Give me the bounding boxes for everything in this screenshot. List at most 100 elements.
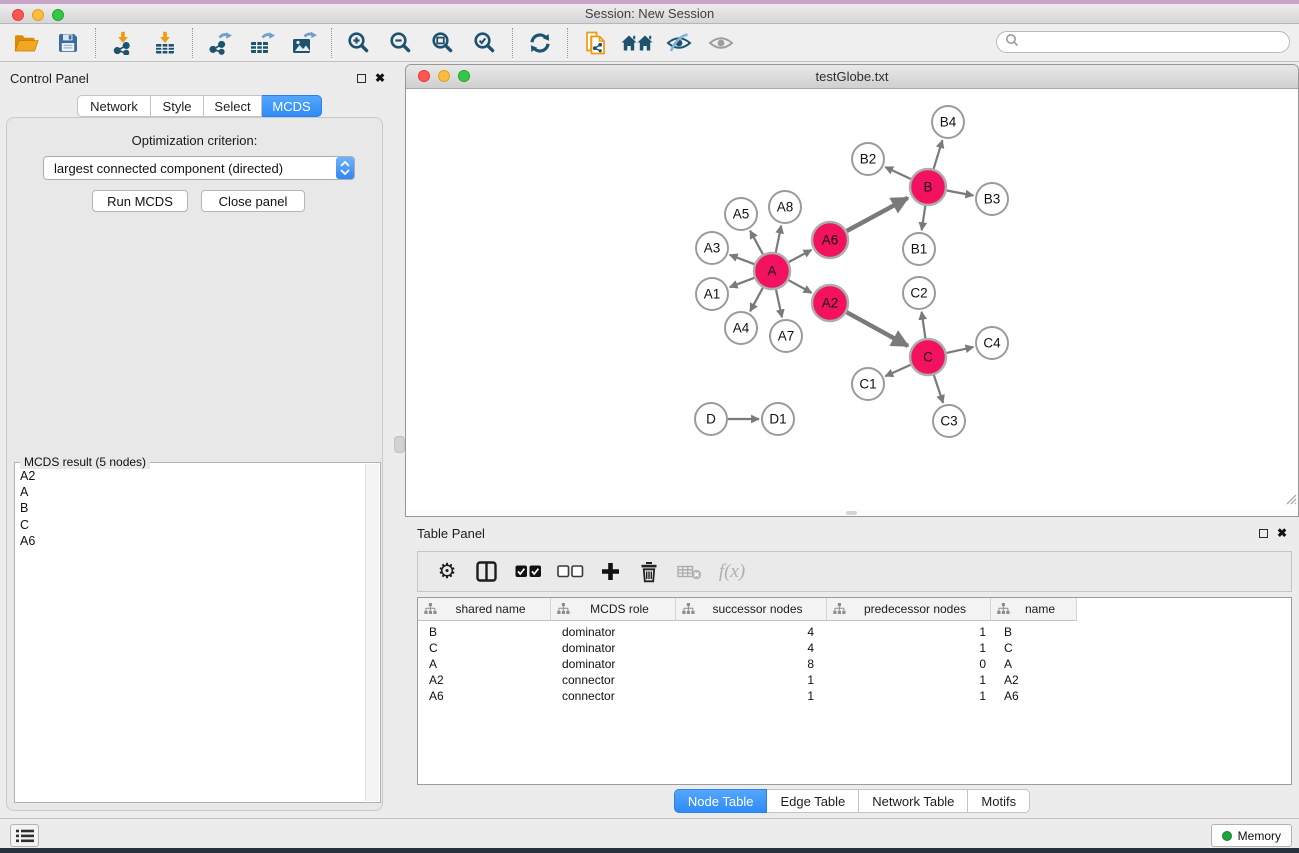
network-window-titlebar[interactable]: testGlobe.txt <box>406 65 1298 89</box>
column-header-predecessor-nodes[interactable]: predecessor nodes <box>827 598 991 621</box>
column-header-MCDS-role[interactable]: MCDS role <box>551 598 676 621</box>
table-cell[interactable]: connector <box>551 689 676 703</box>
result-item[interactable]: A <box>20 484 364 500</box>
show-columns-icon[interactable] <box>466 555 506 589</box>
table-cell[interactable]: A6 <box>991 689 1077 703</box>
zoom-fit-icon[interactable] <box>425 26 461 60</box>
tab-node-table[interactable]: Node Table <box>674 789 768 813</box>
table-float-panel-icon[interactable] <box>1259 529 1268 538</box>
table-cell[interactable]: C <box>991 641 1077 655</box>
network-hscroll-track[interactable] <box>406 510 1298 516</box>
table-cell[interactable]: dominator <box>551 657 676 671</box>
result-scrollbar-track[interactable] <box>365 464 379 801</box>
table-cell[interactable]: dominator <box>551 625 676 639</box>
deselect-all-icon[interactable] <box>550 555 590 589</box>
network-zoom-button[interactable] <box>458 70 470 82</box>
save-session-icon[interactable] <box>50 26 86 60</box>
graph-node-A4[interactable]: A4 <box>725 312 757 344</box>
table-cell[interactable]: C <box>418 641 551 655</box>
table-cell[interactable]: A6 <box>418 689 551 703</box>
column-header-successor-nodes[interactable]: successor nodes <box>676 598 827 621</box>
tab-style[interactable]: Style <box>151 95 204 117</box>
graph-node-B1[interactable]: B1 <box>903 233 935 265</box>
export-image-icon[interactable] <box>286 26 322 60</box>
memory-button[interactable]: Memory <box>1211 824 1292 847</box>
clone-network-icon[interactable] <box>577 26 613 60</box>
graph-node-C[interactable]: C <box>910 339 946 375</box>
table-cell[interactable]: B <box>418 625 551 639</box>
column-header-name[interactable]: name <box>991 598 1077 621</box>
export-network-icon[interactable] <box>202 26 238 60</box>
minimize-window-button[interactable] <box>32 9 44 21</box>
task-history-button[interactable] <box>10 824 39 847</box>
table-cell[interactable]: 1 <box>827 641 991 655</box>
export-table-icon[interactable] <box>244 26 280 60</box>
criterion-dropdown[interactable]: largest connected component (directed) <box>43 156 355 180</box>
graph-node-A6[interactable]: A6 <box>812 222 848 258</box>
graph-node-C3[interactable]: C3 <box>933 405 965 437</box>
import-table-icon[interactable] <box>147 26 183 60</box>
table-cell[interactable]: B <box>991 625 1077 639</box>
close-window-button[interactable] <box>12 9 24 21</box>
network-minimize-button[interactable] <box>438 70 450 82</box>
search-box[interactable] <box>996 31 1290 53</box>
table-cell[interactable]: 1 <box>676 689 827 703</box>
float-panel-icon[interactable] <box>357 74 366 83</box>
select-all-icon[interactable] <box>506 555 550 589</box>
table-cell[interactable]: 0 <box>827 657 991 671</box>
graph-node-C1[interactable]: C1 <box>852 368 884 400</box>
result-item[interactable]: A2 <box>20 468 364 484</box>
refresh-icon[interactable] <box>522 26 558 60</box>
table-row[interactable]: A2connector11A2 <box>418 672 1291 688</box>
table-cell[interactable]: 8 <box>676 657 827 671</box>
run-mcds-button[interactable]: Run MCDS <box>92 190 188 212</box>
graph-node-D1[interactable]: D1 <box>762 403 794 435</box>
zoom-out-icon[interactable] <box>383 26 419 60</box>
graph-node-A2[interactable]: A2 <box>812 285 848 321</box>
table-cell[interactable]: 1 <box>827 625 991 639</box>
graph-node-A1[interactable]: A1 <box>696 278 728 310</box>
graph-node-A8[interactable]: A8 <box>769 191 801 223</box>
network-hscroll-thumb[interactable] <box>846 511 857 515</box>
table-cell[interactable]: 1 <box>827 673 991 687</box>
tab-motifs[interactable]: Motifs <box>968 789 1030 813</box>
zoom-selected-icon[interactable] <box>467 26 503 60</box>
zoom-window-button[interactable] <box>52 9 64 21</box>
table-cell[interactable]: 1 <box>676 673 827 687</box>
graph-node-B3[interactable]: B3 <box>976 183 1008 215</box>
graph-node-B2[interactable]: B2 <box>852 143 884 175</box>
graph-node-C2[interactable]: C2 <box>903 277 935 309</box>
home-icon[interactable] <box>619 26 655 60</box>
tab-select[interactable]: Select <box>204 95 262 117</box>
table-cell[interactable]: A <box>991 657 1077 671</box>
open-session-icon[interactable] <box>8 26 44 60</box>
tab-mcds[interactable]: MCDS <box>262 95 322 117</box>
column-header-shared-name[interactable]: shared name <box>418 598 551 621</box>
table-cell[interactable]: A2 <box>991 673 1077 687</box>
graph-node-B[interactable]: B <box>910 169 946 205</box>
network-canvas[interactable]: B4B2BB3A8A5A6A3B1AC2A1A2A4A7C4CC1DD1C3 <box>406 89 1298 511</box>
table-row[interactable]: Adominator80A <box>418 656 1291 672</box>
control-panel-scrollbar-thumb[interactable] <box>394 436 405 453</box>
import-network-icon[interactable] <box>105 26 141 60</box>
graph-node-B4[interactable]: B4 <box>932 106 964 138</box>
table-row[interactable]: Bdominator41B <box>418 624 1291 640</box>
network-close-button[interactable] <box>418 70 430 82</box>
close-panel-icon[interactable]: ✖ <box>375 72 385 84</box>
table-cell[interactable]: A <box>418 657 551 671</box>
graph-node-D[interactable]: D <box>695 403 727 435</box>
tab-network[interactable]: Network <box>77 95 151 117</box>
table-cell[interactable]: dominator <box>551 641 676 655</box>
table-row[interactable]: A6connector11A6 <box>418 688 1291 704</box>
delete-row-icon[interactable] <box>630 555 668 589</box>
table-row[interactable]: Cdominator41C <box>418 640 1291 656</box>
add-row-icon[interactable] <box>590 555 630 589</box>
table-cell[interactable]: A2 <box>418 673 551 687</box>
result-item[interactable]: C <box>20 517 364 533</box>
table-cell[interactable]: 1 <box>827 689 991 703</box>
table-settings-icon[interactable]: ⚙ <box>428 555 466 589</box>
graph-node-A7[interactable]: A7 <box>770 320 802 352</box>
zoom-in-icon[interactable] <box>341 26 377 60</box>
graph-node-A[interactable]: A <box>754 253 790 289</box>
tab-edge-table[interactable]: Edge Table <box>767 789 859 813</box>
